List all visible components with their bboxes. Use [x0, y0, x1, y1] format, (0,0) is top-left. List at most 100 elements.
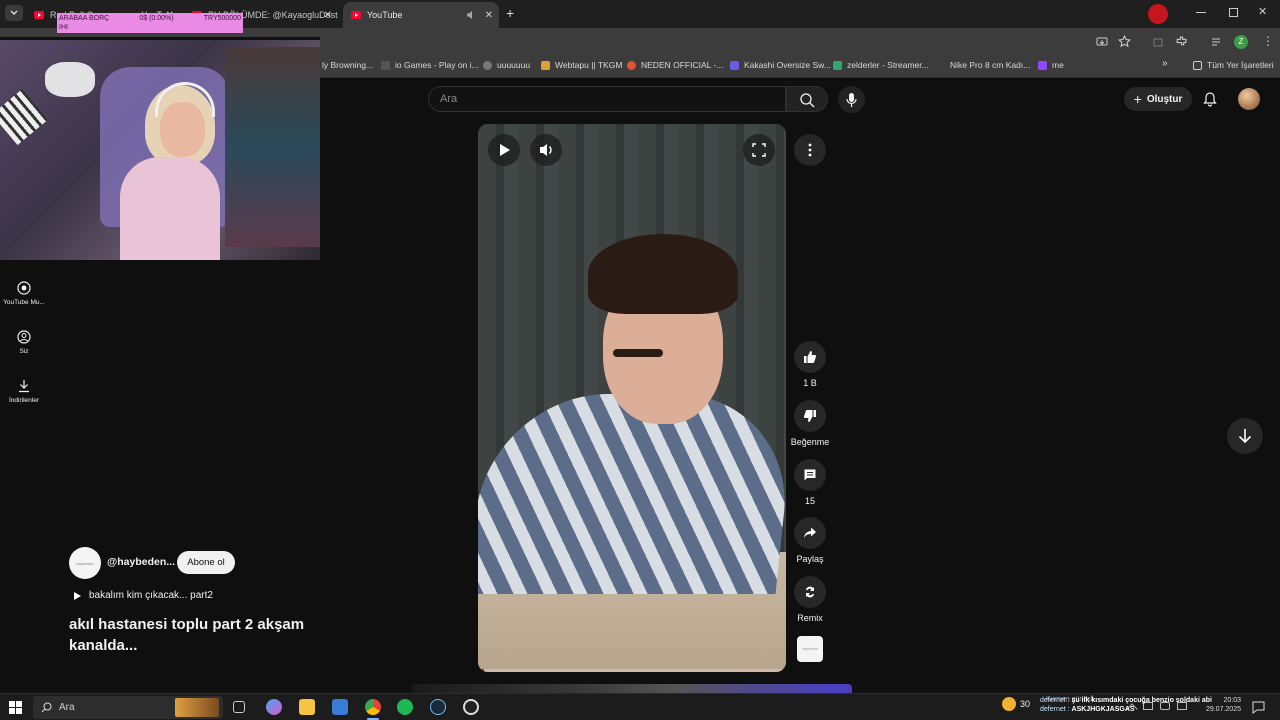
- chrome-icon[interactable]: [365, 699, 381, 715]
- donation-percent: 0$ (0.00%): [139, 15, 174, 22]
- bookmark-item[interactable]: Kakashi Oversize Sw...: [730, 60, 831, 70]
- playlist-text: bakalım kim çıkacak... part2: [89, 590, 213, 601]
- windows-start-icon[interactable]: [9, 701, 22, 714]
- channel-avatar[interactable]: haybeden: [69, 547, 101, 579]
- task-view-icon[interactable]: [233, 701, 245, 713]
- arrow-down-icon: [1238, 429, 1252, 444]
- tab-close-button[interactable]: ✕: [485, 10, 493, 21]
- bookmark-item[interactable]: Nike Pro 8 cm Kadı...: [936, 60, 1030, 70]
- tab-search-dropdown[interactable]: [5, 5, 23, 21]
- chat-message: defernet : şu ilk kısımdaki çocuğa benzi…: [1040, 697, 1212, 704]
- comments-button[interactable]: [794, 459, 826, 491]
- next-video-button[interactable]: [1227, 418, 1263, 454]
- remix-action[interactable]: Remix: [794, 576, 826, 623]
- nav-label: Siz: [19, 348, 29, 355]
- search-placeholder: Ara: [440, 93, 458, 105]
- dislike-action[interactable]: Beğenme: [791, 400, 829, 447]
- puzzle-icon[interactable]: [1175, 35, 1188, 48]
- bookmarks-more-button[interactable]: »: [1162, 58, 1168, 69]
- search-input[interactable]: Ara: [428, 86, 786, 112]
- subscribe-button[interactable]: Abone ol: [177, 551, 235, 574]
- bookmark-item[interactable]: Webtapu || TKGM: [541, 60, 622, 70]
- microphone-icon: [846, 93, 857, 107]
- channel-avatar-text: haybeden: [76, 560, 94, 566]
- bookmark-item[interactable]: NEDEN OFFICIAL -...: [627, 60, 723, 70]
- speaker-icon[interactable]: [466, 10, 476, 20]
- sound-thumbnail[interactable]: haybeden: [797, 636, 823, 662]
- new-tab-button[interactable]: +: [506, 5, 514, 21]
- nike-icon: [936, 61, 945, 70]
- notification-center-icon[interactable]: [1252, 701, 1265, 714]
- star-icon[interactable]: [1118, 35, 1131, 48]
- share-action[interactable]: Paylaş: [794, 517, 826, 564]
- globe-icon: [483, 60, 492, 70]
- nav-downloads[interactable]: İndirilenler: [0, 379, 48, 404]
- bookmark-label: ly Browning...: [322, 60, 374, 70]
- bookmark-label: uuuuuuu: [497, 60, 531, 70]
- bookmark-label: io Games - Play on i...: [395, 60, 479, 70]
- taskbar-clock[interactable]: 20:03 29.07.2025: [1203, 696, 1241, 714]
- search-button[interactable]: [786, 86, 828, 112]
- youtube-icon: [34, 11, 44, 19]
- tab-youtube[interactable]: YouTube ✕: [343, 2, 499, 28]
- shorts-video-player[interactable]: [478, 124, 786, 672]
- minimize-button[interactable]: [1196, 12, 1206, 13]
- restore-button[interactable]: [1229, 8, 1238, 17]
- like-action[interactable]: 1 B: [794, 341, 826, 388]
- dislike-button[interactable]: [794, 400, 826, 432]
- all-bookmarks-button[interactable]: Tüm Yer İşaretleri: [1193, 60, 1274, 70]
- copilot-icon[interactable]: [266, 699, 282, 715]
- obs-icon[interactable]: [463, 699, 479, 715]
- playlist-line[interactable]: bakalım kim çıkacak... part2: [72, 590, 213, 601]
- store-icon[interactable]: [332, 699, 348, 715]
- video-progress-track[interactable]: [478, 669, 786, 672]
- remix-icon: [806, 586, 814, 598]
- streamer-webcam-overlay: [0, 37, 320, 260]
- install-app-icon[interactable]: [1096, 36, 1108, 48]
- fullscreen-button[interactable]: [743, 134, 775, 166]
- like-button[interactable]: [794, 341, 826, 373]
- file-explorer-icon[interactable]: [299, 699, 315, 715]
- bookmark-item[interactable]: zelderler - Streamer...: [833, 60, 929, 70]
- bookmark-item[interactable]: me: [1038, 60, 1064, 70]
- weather-widget[interactable]: 30: [1002, 697, 1030, 711]
- steam-icon[interactable]: [430, 699, 446, 715]
- remix-button[interactable]: [794, 576, 826, 608]
- play-button[interactable]: [488, 134, 520, 166]
- nav-youtube-music[interactable]: YouTube Mu...: [0, 281, 48, 306]
- extension-icon[interactable]: [1152, 36, 1164, 48]
- bookmark-item[interactable]: ly Browning...: [322, 60, 373, 70]
- bookmark-item[interactable]: uuuuuuu: [483, 60, 530, 70]
- chat-text: şu ilk kısımdaki çocuğa benzio soldaki a…: [1071, 697, 1212, 704]
- create-button[interactable]: + Oluştur: [1124, 87, 1192, 111]
- nav-you[interactable]: Siz: [0, 330, 48, 355]
- share-button[interactable]: [794, 517, 826, 549]
- volume-button[interactable]: [530, 134, 562, 166]
- download-icon: [19, 380, 29, 393]
- media-control-icon[interactable]: [1211, 36, 1223, 48]
- webcam-microphone: [0, 88, 49, 146]
- video-title: akıl hastanesi toplu part 2 akşam kanald…: [69, 616, 305, 654]
- profile-avatar[interactable]: Z: [1234, 35, 1248, 49]
- weather-sun-icon: [1002, 697, 1016, 711]
- comment-count: 15: [804, 496, 815, 506]
- spotify-icon[interactable]: [397, 699, 413, 715]
- create-label: Oluştur: [1146, 93, 1183, 105]
- browser-menu-icon[interactable]: ⋮: [1262, 34, 1274, 48]
- chat-text: ASKJHGKJASGAS: [1071, 706, 1135, 713]
- channel-name[interactable]: @haybeden...: [107, 556, 175, 568]
- close-window-button[interactable]: ✕: [1258, 5, 1267, 18]
- bookmark-item[interactable]: io Games - Play on i...: [381, 60, 479, 70]
- voice-search-button[interactable]: [838, 86, 865, 113]
- sound-thumbnail-text: haybeden: [802, 647, 818, 651]
- tab-close-button[interactable]: ✕: [324, 10, 332, 21]
- taskbar-search-input[interactable]: Ara: [33, 696, 223, 719]
- comments-action[interactable]: 15: [794, 459, 826, 506]
- more-options-button[interactable]: [794, 134, 826, 166]
- play-small-icon: [74, 591, 81, 600]
- webcam-lamp: [45, 62, 95, 97]
- webcam-person-top: [120, 157, 220, 260]
- stream-chat-overlay: defernet : şu ilk kısımdaki çocuğa benzi…: [1040, 696, 1212, 714]
- notifications-bell-icon[interactable]: [1202, 91, 1218, 107]
- account-avatar[interactable]: [1238, 88, 1260, 110]
